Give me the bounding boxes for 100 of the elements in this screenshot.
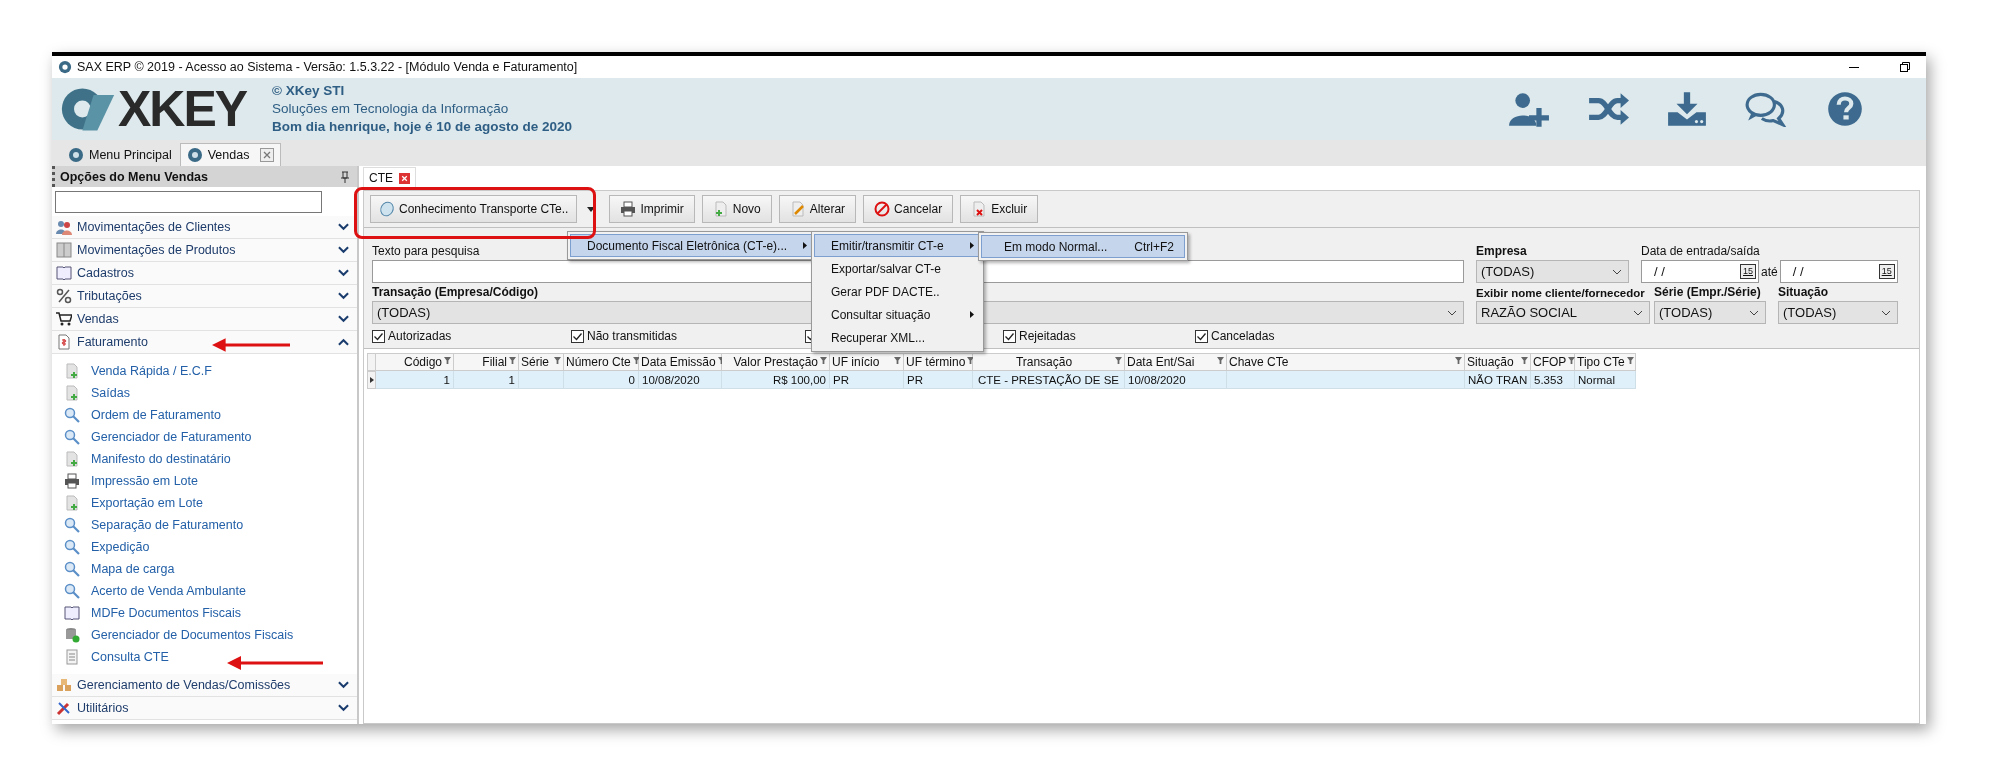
menu-item[interactable]: Separação de Faturamento — [64, 514, 357, 536]
column-header[interactable]: UF início — [830, 353, 904, 371]
menu-item[interactable]: Ordem de Faturamento — [64, 404, 357, 426]
column-header[interactable]: Data Ent/Sai — [1125, 353, 1227, 371]
toolbar-button[interactable]: Imprimir — [609, 195, 695, 223]
column-header[interactable]: Valor Prestação — [722, 353, 830, 371]
chevron-down-icon[interactable] — [338, 704, 349, 712]
window-title: SAX ERP © 2019 - Acesso ao Sistema - Versão: 1.5.3.22 - [Módulo Venda e Faturamento] — [77, 60, 578, 74]
filter-icon[interactable] — [1115, 357, 1122, 364]
search-field[interactable] — [55, 190, 322, 213]
menu-item[interactable]: Em modo Normal... Ctrl+F2 — [981, 235, 1185, 258]
menu-item[interactable]: Acerto de Venda Ambulante — [64, 580, 357, 602]
menu-group[interactable]: Movimentações de Clientes — [52, 216, 357, 239]
checkbox[interactable] — [1003, 329, 1016, 343]
menu-group[interactable]: Gerenciamento de Vendas/Comissões — [52, 674, 357, 697]
field-label: Exibir nome cliente/fornecedor — [1476, 287, 1645, 299]
filter-icon[interactable] — [1521, 357, 1528, 364]
menu-item[interactable]: Gerenciador de Documentos Fiscais — [64, 624, 357, 646]
menu-item[interactable]: Exportar/salvar CT-e — [814, 257, 981, 280]
menu-item[interactable]: Recuperar XML... — [814, 326, 981, 349]
menu-item[interactable]: Manifesto do destinatário — [64, 448, 357, 470]
close-icon[interactable] — [260, 148, 275, 162]
menu-group[interactable]: Faturamento — [52, 331, 357, 354]
menu-group[interactable]: Utilitários — [52, 697, 357, 720]
restore-icon[interactable] — [1898, 60, 1912, 74]
column-header[interactable]: Data Emissão — [639, 353, 722, 371]
prohibited-icon — [874, 201, 891, 217]
filter-icon[interactable] — [1626, 357, 1634, 364]
menu-item[interactable]: Exportação em Lote — [64, 492, 357, 514]
add-user-icon[interactable] — [1508, 91, 1550, 127]
filter-icon[interactable] — [1217, 357, 1224, 364]
menu-item[interactable]: Expedição — [64, 536, 357, 558]
menu-item[interactable]: Saídas — [64, 382, 357, 404]
company-select[interactable]: (TODAS) — [1476, 260, 1629, 283]
calendar-button[interactable]: 15 — [1878, 264, 1895, 279]
filter-icon[interactable] — [444, 357, 451, 364]
menu-item[interactable]: Emitir/transmitir CT-e — [814, 234, 981, 257]
date-field[interactable]: / / 15 — [1641, 260, 1759, 283]
name-display-select[interactable]: RAZÃO SOCIAL — [1476, 301, 1650, 324]
module-tab[interactable]: Menu Principal — [62, 144, 178, 166]
menu-item[interactable]: MDFe Documentos Fiscais — [64, 602, 357, 624]
chevron-up-icon[interactable] — [338, 338, 349, 346]
column-header[interactable]: Tipo CTe — [1575, 353, 1636, 371]
toolbar-button[interactable]: Cancelar — [863, 195, 954, 223]
filter-icon[interactable] — [894, 357, 901, 364]
column-header[interactable]: Número Cte — [564, 353, 639, 371]
close-icon[interactable] — [399, 172, 410, 184]
module-tab[interactable]: Vendas — [179, 143, 282, 166]
series-select[interactable]: (TODAS) — [1654, 301, 1766, 324]
search-icon — [64, 517, 80, 533]
menu-item[interactable]: Mapa de carga — [64, 558, 357, 580]
calendar-button[interactable]: 15 — [1740, 264, 1756, 279]
filter-icon[interactable] — [1568, 357, 1576, 364]
filter-icon[interactable] — [509, 357, 516, 364]
menu-item[interactable]: Venda Rápida / E.C.F — [64, 360, 357, 382]
table-row[interactable]: 1 1 0 10/08/2020 R$ 100,00 PR PR CTE - PRESTAÇÃO DE SE 10/08/2020 NÃO TRAN 5.353 Normal — [367, 371, 1919, 389]
chevron-down-icon[interactable] — [338, 223, 349, 231]
add-document-icon — [64, 451, 80, 467]
status-select[interactable]: (TODAS) — [1778, 301, 1898, 324]
column-header[interactable]: Transação — [973, 353, 1125, 371]
column-header[interactable]: Chave CTe — [1227, 353, 1465, 371]
filter-icon[interactable] — [1455, 357, 1462, 364]
column-header[interactable]: CFOP — [1531, 353, 1575, 371]
shuffle-icon[interactable] — [1587, 91, 1629, 127]
filter-icon[interactable] — [820, 357, 827, 364]
chat-icon[interactable] — [1745, 91, 1787, 127]
menu-group[interactable]: Vendas — [52, 308, 357, 331]
chevron-down-icon[interactable] — [338, 246, 349, 254]
toolbar-button[interactable]: Alterar — [778, 195, 857, 223]
chevron-down-icon[interactable] — [338, 681, 349, 689]
chevron-down-icon[interactable] — [338, 269, 349, 277]
menu-group[interactable]: Cadastros — [52, 262, 357, 285]
toolbar-button[interactable]: Novo — [701, 195, 772, 223]
date-field[interactable]: / / 15 — [1779, 260, 1898, 283]
menu-item[interactable]: Documento Fiscal Eletrônica (CT-e)... — [570, 234, 814, 257]
download-icon[interactable] — [1666, 91, 1708, 127]
menu-item[interactable]: Consulta CTE — [64, 646, 357, 668]
pin-icon[interactable] — [339, 170, 351, 183]
filter-icon[interactable] — [632, 357, 640, 364]
chevron-down-icon[interactable] — [338, 292, 349, 300]
checkbox[interactable] — [372, 329, 385, 343]
column-header[interactable]: Série — [519, 353, 564, 371]
menu-item[interactable]: Gerenciador de Faturamento — [64, 426, 357, 448]
toolbar-button[interactable]: Excluir — [960, 195, 1039, 223]
chevron-down-icon[interactable] — [338, 315, 349, 323]
document-tab[interactable]: CTE — [363, 167, 416, 188]
menu-item[interactable]: Impressão em Lote — [64, 470, 357, 492]
menu-group[interactable]: Movimentações de Produtos — [52, 239, 357, 262]
menu-item[interactable]: Consultar situação — [814, 303, 981, 326]
checkbox[interactable] — [1195, 329, 1208, 343]
split-button[interactable]: Conhecimento Transporte CTe.. — [370, 195, 578, 223]
menu-item[interactable]: Gerar PDF DACTE.. — [814, 280, 981, 303]
menu-group[interactable]: Tributações — [52, 285, 357, 308]
checkbox[interactable] — [571, 329, 584, 343]
column-header[interactable]: Código — [376, 353, 454, 371]
column-header[interactable]: UF término — [904, 353, 973, 371]
column-header[interactable]: Filial — [454, 353, 519, 371]
filter-icon[interactable] — [554, 357, 561, 364]
column-header[interactable]: Situação — [1465, 353, 1531, 371]
row-selector[interactable] — [367, 371, 376, 389]
